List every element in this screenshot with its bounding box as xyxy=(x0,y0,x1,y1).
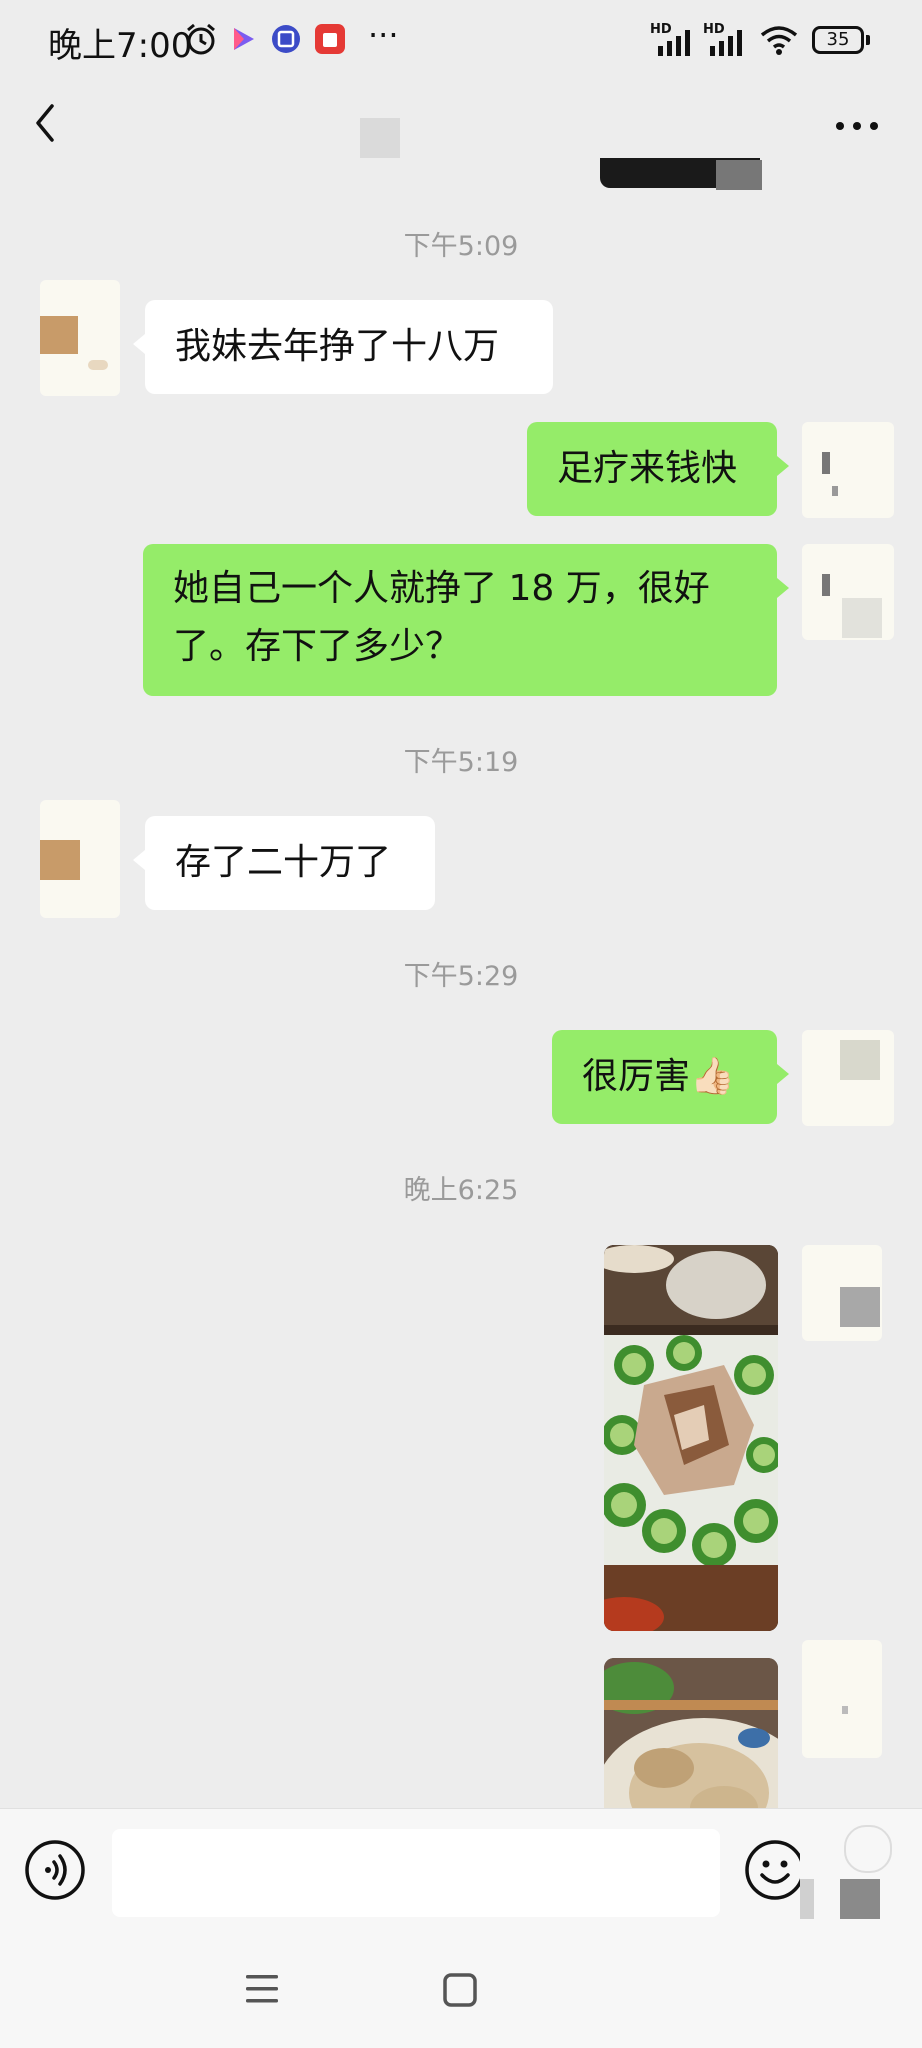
image-message[interactable] xyxy=(604,1658,778,1810)
message-bubble-outgoing[interactable]: 很厉害👍🏻 xyxy=(552,1030,789,1124)
timestamp: 下午5:29 xyxy=(403,961,519,992)
message-input[interactable] xyxy=(112,1829,720,1917)
voice-button[interactable] xyxy=(24,1839,86,1901)
input-bar xyxy=(0,1808,922,1929)
status-time: 晚上7:00 xyxy=(48,26,193,66)
message-bubble-outgoing[interactable]: 足疗来钱快 xyxy=(527,422,789,516)
avatar-contact[interactable] xyxy=(40,800,120,918)
signal-icon-1 xyxy=(658,30,690,56)
avatar-contact[interactable] xyxy=(40,280,120,396)
alarm-icon xyxy=(187,23,215,55)
home-button[interactable] xyxy=(442,1972,478,2008)
system-nav-bar xyxy=(0,1928,922,2048)
message-bubble-incoming[interactable]: 存了二十万了 xyxy=(133,816,435,910)
avatar-self[interactable] xyxy=(802,1245,882,1341)
wifi-icon xyxy=(760,26,798,55)
food-photo-chopsticks-bowl xyxy=(604,1658,778,1810)
message-bubble-outgoing[interactable]: 她自己一个人就挣了 18 万，很好了。存下了多少？ xyxy=(143,544,789,696)
battery-level: 35 xyxy=(826,29,850,50)
contact-name-redacted xyxy=(360,118,400,158)
chat-header xyxy=(0,80,922,190)
video-app-icon xyxy=(234,28,254,50)
timestamp: 下午5:19 xyxy=(403,747,519,778)
red-app-icon xyxy=(315,24,345,54)
avatar-self[interactable] xyxy=(802,1640,882,1758)
battery-tip xyxy=(866,35,870,45)
timestamp: 晚上6:25 xyxy=(403,1175,519,1206)
food-photo-cucumber-meat xyxy=(604,1245,778,1631)
signal-icon-2 xyxy=(710,30,742,56)
more-button[interactable] xyxy=(832,116,882,136)
status-more: ··· xyxy=(368,16,399,54)
status-bar: 晚上7:00 ··· HD HD 35 xyxy=(0,0,922,80)
message-bubble-incoming[interactable]: 我妹去年挣了十八万 xyxy=(133,300,553,394)
avatar-self[interactable] xyxy=(802,1030,894,1126)
avatar-self[interactable] xyxy=(802,422,894,518)
back-button[interactable] xyxy=(26,98,66,148)
menu-button[interactable] xyxy=(244,1972,280,2006)
battery-icon: 35 xyxy=(812,26,864,54)
add-button-redacted[interactable] xyxy=(800,1809,900,1929)
emoji-button[interactable] xyxy=(744,1839,806,1901)
message-list[interactable]: 下午5:09 我妹去年挣了十八万 足疗来钱快 她自己一个人就挣了 18 万，很好… xyxy=(0,170,922,1810)
avatar-self[interactable] xyxy=(802,544,894,640)
forum-app-icon xyxy=(272,25,300,53)
timestamp: 下午5:09 xyxy=(403,231,519,262)
image-message[interactable] xyxy=(604,1245,778,1631)
